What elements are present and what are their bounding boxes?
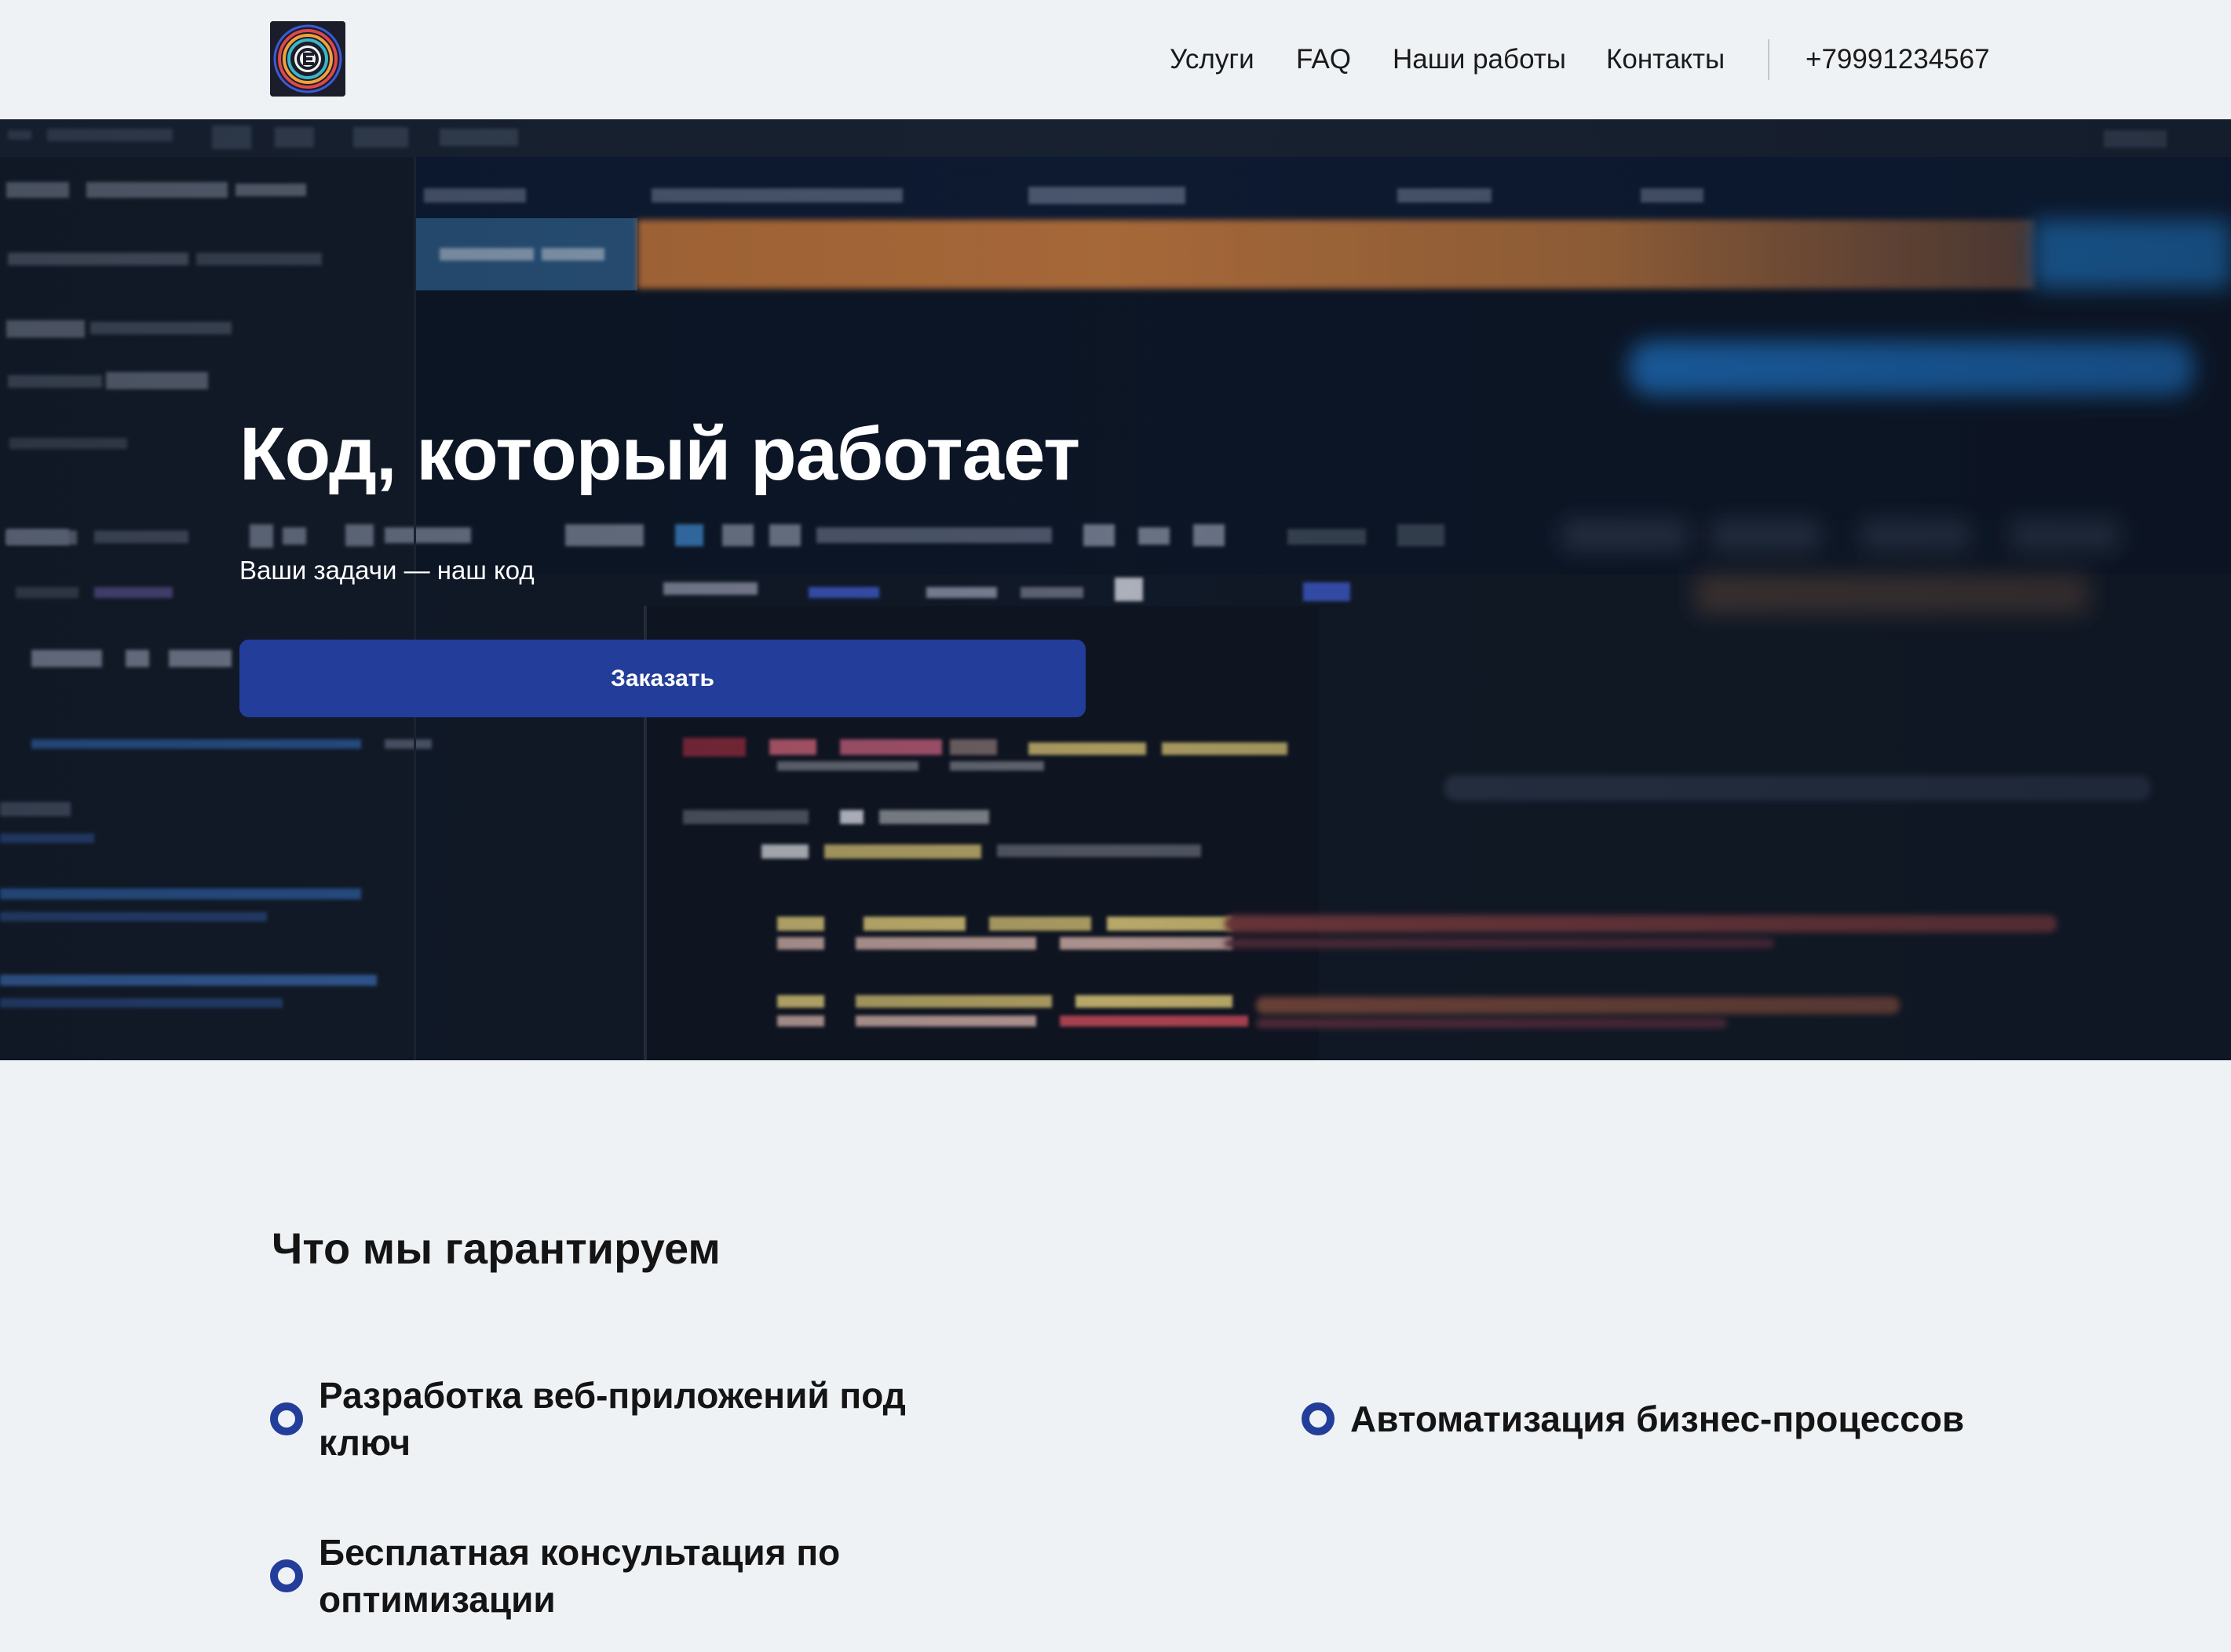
hero-title: Код, который работает [239, 412, 1080, 496]
guarantee-text: Бесплатная консультация по оптимизации [319, 1532, 841, 1620]
guarantee-item: Разработка веб-приложений под ключ [270, 1372, 977, 1466]
nav-link-services[interactable]: Услуги [1170, 38, 1254, 82]
logo-emblem-icon [270, 21, 345, 97]
bullet-ring-icon [1302, 1402, 1335, 1435]
hero-subtitle: Ваши задачи — наш код [239, 556, 535, 585]
order-button[interactable]: Заказать [239, 640, 1086, 717]
guarantee-text: Разработка веб-приложений под ключ [319, 1375, 906, 1463]
hero-background-image [0, 119, 2231, 1060]
nav-link-contacts[interactable]: Контакты [1606, 38, 1725, 82]
nav-divider [1768, 39, 1769, 80]
bullet-ring-icon [270, 1402, 303, 1435]
hero-section: Код, который работает Ваши задачи — наш … [0, 119, 2231, 1060]
nav-link-faq[interactable]: FAQ [1296, 38, 1351, 82]
phone-link[interactable]: +79991234567 [1806, 38, 1990, 82]
bullet-ring-icon [270, 1559, 303, 1592]
section-title: Что мы гарантируем [272, 1224, 721, 1273]
site-header: Услуги FAQ Наши работы Контакты +7999123… [0, 0, 2231, 119]
guarantee-item: Автоматизация бизнес-процессов [1302, 1395, 2087, 1442]
nav-link-portfolio[interactable]: Наши работы [1393, 38, 1566, 82]
guarantee-text: Автоматизация бизнес-процессов [1350, 1399, 1965, 1439]
guarantee-item: Бесплатная консультация по оптимизации [270, 1529, 977, 1623]
company-logo[interactable] [270, 21, 345, 97]
